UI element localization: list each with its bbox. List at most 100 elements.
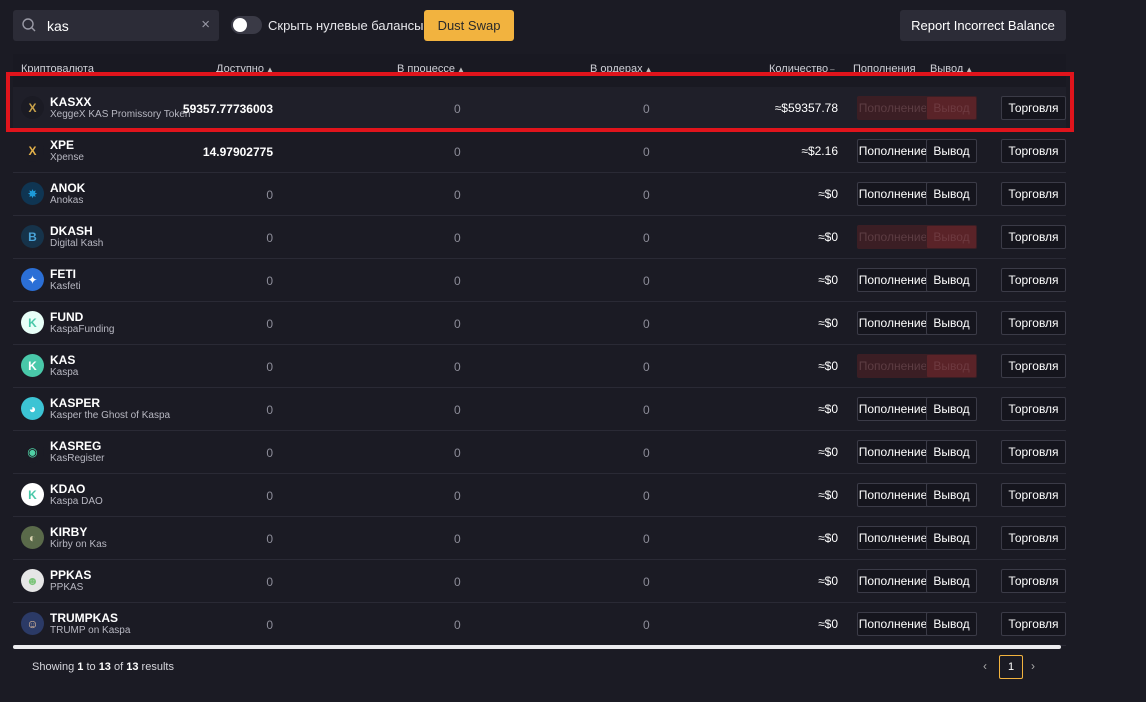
trade-button[interactable]: Торговля [1001,526,1066,550]
in-orders-value: 0 [643,532,650,546]
in-process-value: 0 [454,188,461,202]
withdraw-button[interactable]: Вывод [926,354,977,378]
withdraw-button[interactable]: Вывод [926,483,977,507]
amount-value: ≈$0 [818,316,838,330]
in-process-value: 0 [454,489,461,503]
withdraw-button[interactable]: Вывод [926,268,977,292]
in-process-value: 0 [454,532,461,546]
hide-zero-balances-label: Скрыть нулевые балансы [268,18,424,33]
kas-icon: K [21,354,44,377]
in-process-value: 0 [454,317,461,331]
dust-swap-button[interactable]: Dust Swap [424,10,514,41]
withdraw-button[interactable]: Вывод [926,612,977,636]
trade-button[interactable]: Торговля [1001,440,1066,464]
table-row: ◉ KASREG KasRegister 0 0 0 ≈$0 Пополнение Вывод Т… [13,431,1066,474]
trade-button[interactable]: Торговля [1001,483,1066,507]
page-1-button[interactable]: 1 [999,655,1023,679]
available-value: 0 [266,489,273,503]
available-value: 0 [266,274,273,288]
showing-prefix: Showing [32,661,78,673]
amount-value: ≈$0 [818,617,838,631]
in-orders-value: 0 [643,489,650,503]
deposit-button[interactable]: Пополнение [857,440,929,464]
table-row: B DKASH Digital Kash 0 0 0 ≈$0 Пополнение Вывод Т… [13,216,1066,259]
clear-search-icon[interactable]: × [201,16,210,33]
withdraw-button[interactable]: Вывод [926,569,977,593]
amount-value: ≈$0 [818,187,838,201]
coin-symbol[interactable]: TRUMPKAS [50,611,118,625]
deposit-button[interactable]: Пополнение [857,397,929,421]
showing-of-word: of [110,661,127,673]
deposit-button[interactable]: Пополнение [857,268,929,292]
horizontal-scrollbar[interactable] [13,645,1061,649]
coin-symbol[interactable]: KASPER [50,396,100,410]
table-row: ✸ ANOK Anokas 0 0 0 ≈$0 Пополнение Вывод Торговля [13,173,1066,216]
trade-button[interactable]: Торговля [1001,569,1066,593]
deposit-button[interactable]: Пополнение [857,483,929,507]
coin-name: KasRegister [50,453,105,464]
in-process-value: 0 [454,274,461,288]
coin-symbol[interactable]: XPE [50,138,74,152]
deposit-button[interactable]: Пополнение [857,225,929,249]
coin-symbol[interactable]: PPKAS [50,568,91,582]
trade-button[interactable]: Торговля [1001,268,1066,292]
deposit-button[interactable]: Пополнение [857,354,929,378]
available-value: 0 [266,188,273,202]
withdraw-button[interactable]: Вывод [926,139,977,163]
coin-symbol[interactable]: FETI [50,267,76,281]
trade-button[interactable]: Торговля [1001,225,1066,249]
coin-symbol[interactable]: KAS [50,353,75,367]
search-input[interactable]: kas × [13,10,219,41]
deposit-button[interactable]: Пополнение [857,526,929,550]
coin-symbol[interactable]: DKASH [50,224,93,238]
table-row: X XPE Xpense 14.97902775 0 0 ≈$2.16 Пополнение В… [13,130,1066,173]
in-orders-value: 0 [643,231,650,245]
trade-button[interactable]: Торговля [1001,139,1066,163]
coin-symbol[interactable]: ANOK [50,181,85,195]
previous-page-icon[interactable]: ‹ [983,659,987,673]
dkash-icon: B [21,225,44,248]
in-orders-value: 0 [643,360,650,374]
available-value: 0 [266,532,273,546]
anok-icon: ✸ [21,182,44,205]
showing-to: 13 [98,661,111,673]
next-page-icon[interactable]: › [1031,659,1035,673]
hide-zero-balances-toggle[interactable] [231,16,262,34]
deposit-button[interactable]: Пополнение [857,311,929,335]
trade-button[interactable]: Торговля [1001,612,1066,636]
withdraw-button[interactable]: Вывод [926,182,977,206]
coin-name: Kasper the Ghost of Kaspa [50,410,171,421]
coin-symbol[interactable]: KDAO [50,482,85,496]
kdao-icon: K [21,483,44,506]
amount-value: ≈$0 [818,273,838,287]
deposit-button[interactable]: Пополнение [857,612,929,636]
trade-button[interactable]: Торговля [1001,182,1066,206]
coin-name: Kasfeti [50,281,81,292]
trade-button[interactable]: Торговля [1001,397,1066,421]
deposit-button[interactable]: Пополнение [857,182,929,206]
coin-symbol[interactable]: KASREG [50,439,101,453]
trade-button[interactable]: Торговля [1001,354,1066,378]
trade-button[interactable]: Торговля [1001,311,1066,335]
withdraw-button[interactable]: Вывод [926,311,977,335]
amount-value: ≈$0 [818,445,838,459]
coin-name: TRUMP on Kaspa [50,625,131,636]
coin-symbol[interactable]: KIRBY [50,525,87,539]
table-row: ◕ KASPER Kasper the Ghost of Kaspa 0 0 0 ≈$0 По… [13,388,1066,431]
deposit-button[interactable]: Пополнение [857,139,929,163]
withdraw-button[interactable]: Вывод [926,440,977,464]
deposit-button[interactable]: Пополнение [857,569,929,593]
ppkas-icon: ☻ [21,569,44,592]
withdraw-button[interactable]: Вывод [926,225,977,249]
amount-value: ≈$2.16 [801,144,838,158]
table-row: K KAS Kaspa 0 0 0 ≈$0 Пополнение Вывод Торговля [13,345,1066,388]
withdraw-button[interactable]: Вывод [926,397,977,421]
coin-name: Kaspa DAO [50,496,103,507]
xpe-icon: X [21,139,44,162]
in-orders-value: 0 [643,274,650,288]
coin-symbol[interactable]: FUND [50,310,83,324]
kirby-icon: ◐ [21,526,44,549]
withdraw-button[interactable]: Вывод [926,526,977,550]
in-process-value: 0 [454,403,461,417]
report-incorrect-balance-button[interactable]: Report Incorrect Balance [900,10,1066,41]
